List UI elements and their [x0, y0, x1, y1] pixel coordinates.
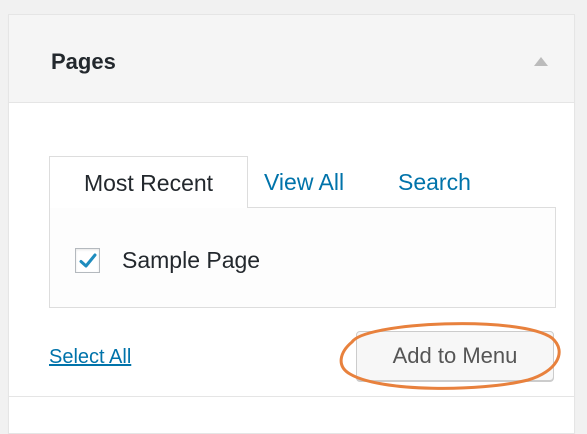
collapse-arrow-icon[interactable] — [534, 57, 548, 66]
panel-divider — [8, 396, 575, 397]
tab-most-recent[interactable]: Most Recent — [49, 156, 248, 208]
tab-panel-most-recent: Sample Page — [49, 207, 556, 308]
tab-view-all[interactable]: View All — [264, 156, 344, 208]
pages-metabox-header[interactable]: Pages — [9, 15, 574, 103]
select-all-link[interactable]: Select All — [49, 345, 131, 369]
checkmark-icon — [79, 253, 97, 268]
page-checkbox-sample-page[interactable] — [75, 248, 100, 273]
page-item-label[interactable]: Sample Page — [122, 246, 260, 274]
add-to-menu-button[interactable]: Add to Menu — [356, 331, 554, 381]
tab-search[interactable]: Search — [398, 156, 471, 208]
panel-title: Pages — [51, 49, 116, 74]
